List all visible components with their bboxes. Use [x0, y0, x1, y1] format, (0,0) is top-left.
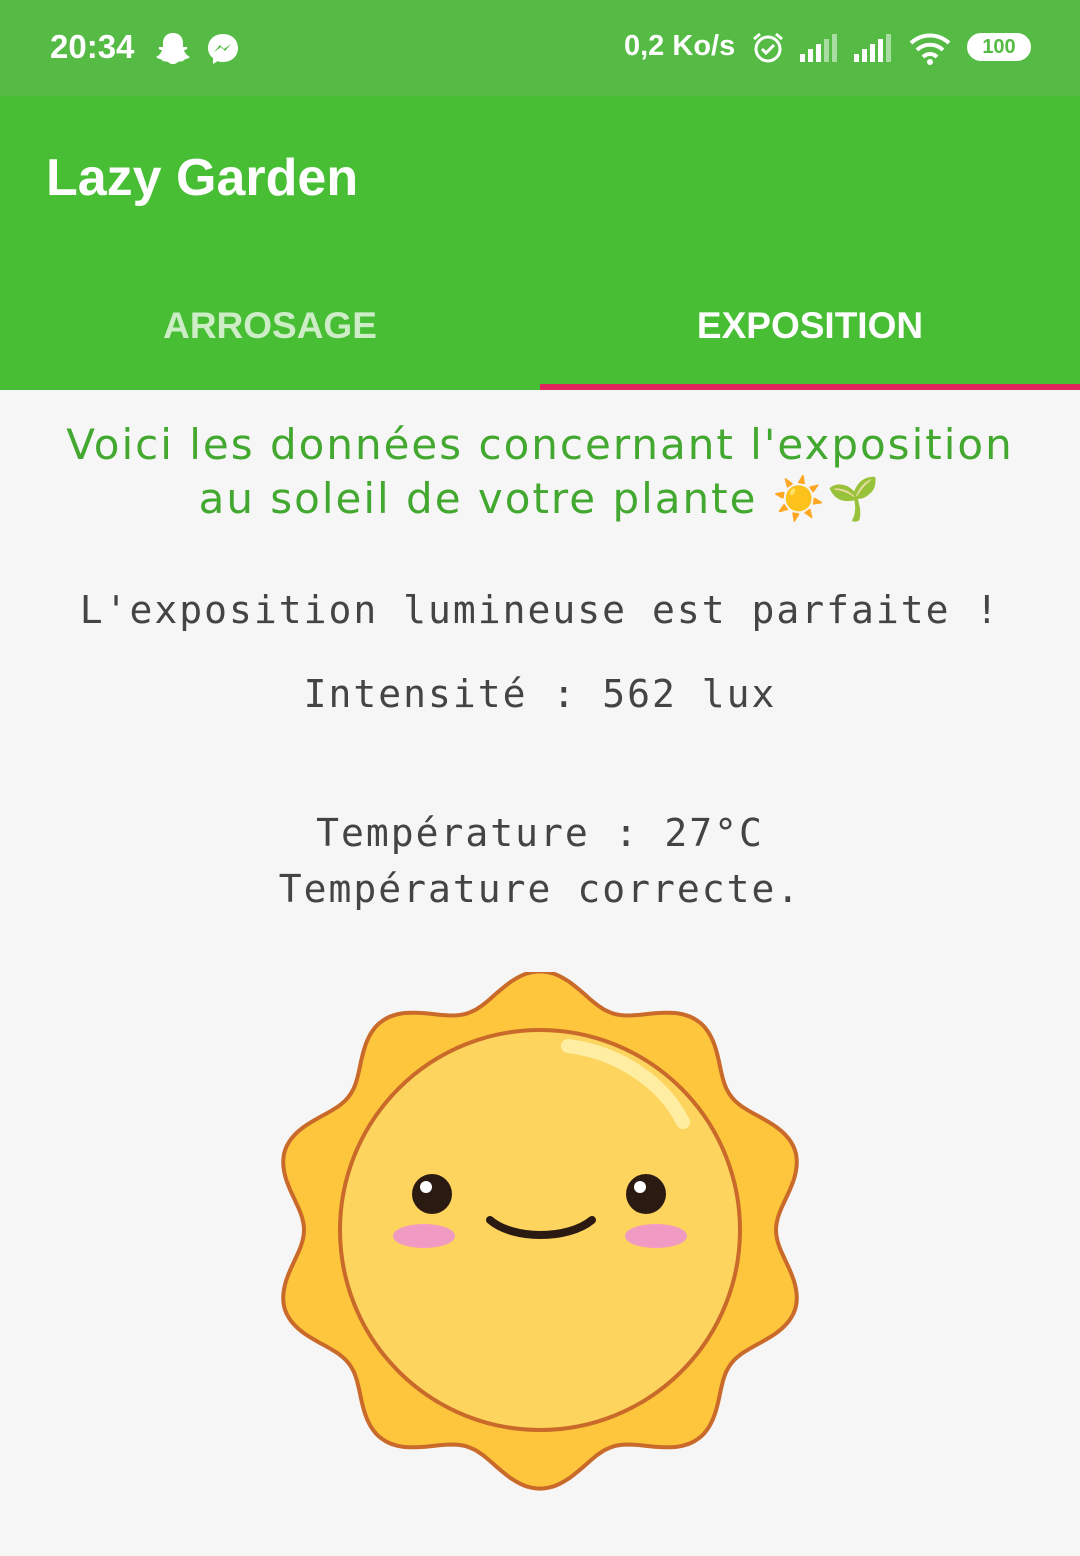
- intro-text: Voici les données concernant l'expositio…: [0, 418, 1080, 526]
- right-cheek: [625, 1224, 687, 1248]
- battery-icon: 100: [967, 33, 1031, 61]
- left-cheek: [393, 1224, 455, 1248]
- app-title: Lazy Garden: [46, 149, 359, 207]
- messenger-icon: [208, 34, 238, 64]
- exposure-content: Voici les données concernant l'expositio…: [0, 390, 1080, 1556]
- alarm-icon: [753, 32, 783, 63]
- left-eye: [412, 1174, 452, 1214]
- signal-icon: [800, 34, 837, 62]
- right-eye: [626, 1174, 666, 1214]
- exposure-status: L'exposition lumineuse est parfaite !: [79, 588, 1001, 632]
- tab-exposition[interactable]: EXPOSITION: [540, 266, 1080, 390]
- app-bar: Lazy Garden ARROSAGE EXPOSITION: [0, 96, 1080, 390]
- light-intensity: Intensité : 562 lux: [303, 672, 777, 716]
- intro-line-2: au soleil de votre plante ☀️🌱: [198, 474, 882, 523]
- status-time: 20:34: [50, 28, 135, 65]
- tab-bar: ARROSAGE EXPOSITION: [0, 266, 1080, 390]
- intro-line-1: Voici les données concernant l'expositio…: [66, 420, 1014, 469]
- snapchat-icon: [156, 33, 190, 64]
- wifi-icon: [909, 33, 951, 65]
- status-bar: 20:34 0,2 Ko/s 100: [0, 0, 1080, 96]
- sun-illustration: [281, 969, 799, 1491]
- battery-level: 100: [982, 36, 1016, 58]
- network-speed: 0,2 Ko/s: [624, 30, 736, 62]
- tab-arrosage[interactable]: ARROSAGE: [0, 266, 540, 390]
- temperature-value: Température : 27°C: [316, 811, 764, 855]
- signal-icon: [854, 34, 891, 62]
- temperature-status: Température correcte.: [278, 867, 802, 911]
- smiling-sun-icon: [268, 969, 812, 1492]
